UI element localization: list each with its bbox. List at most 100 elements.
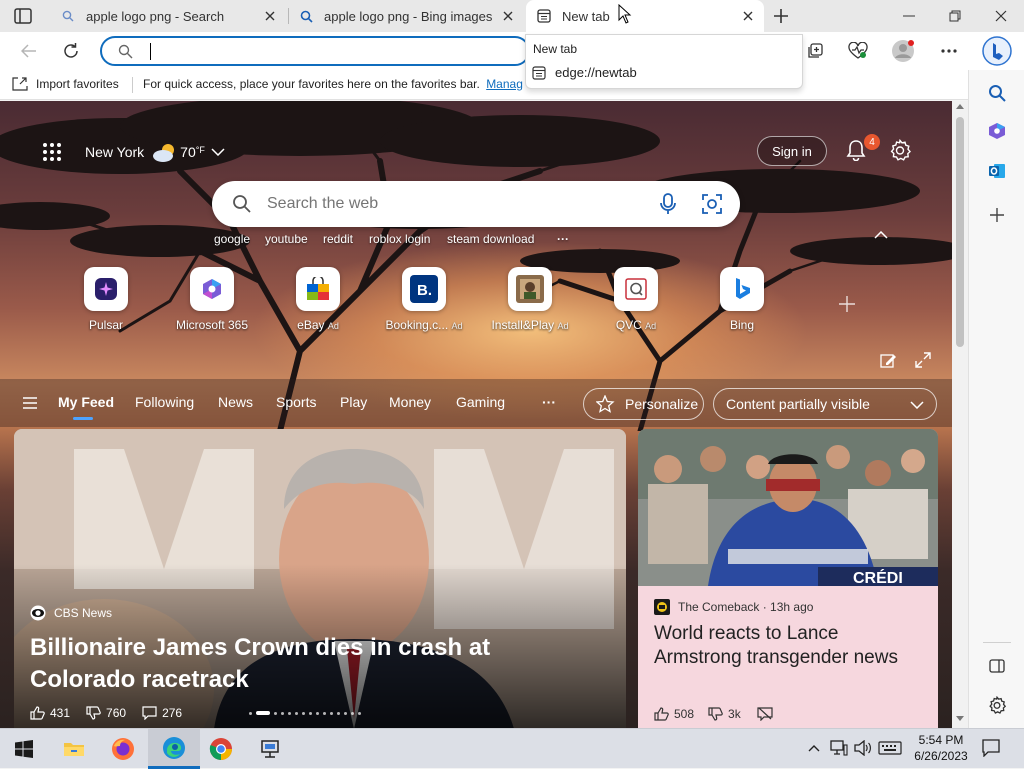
news-source[interactable]: The Comeback · 13h ago <box>654 599 813 615</box>
page-scrollbar[interactable] <box>952 101 968 728</box>
tile-booking[interactable]: B. Booking.c... Ad <box>374 267 474 337</box>
tile-label: Booking.c... Ad <box>385 318 463 332</box>
personalize-button[interactable]: Personalize <box>583 388 704 420</box>
thumbs-down-icon[interactable] <box>708 707 723 721</box>
scroll-down-arrow-icon[interactable] <box>956 716 964 721</box>
news-card-side[interactable]: CRÉDI The Comeback · 13h ago World react… <box>638 429 938 728</box>
volume-icon[interactable] <box>854 740 872 756</box>
feed-tabs-more[interactable]: ··· <box>542 394 556 410</box>
add-shortcut-plus-icon[interactable] <box>838 295 856 313</box>
feed-tab-play[interactable]: Play <box>340 394 367 410</box>
thumbs-down-icon[interactable] <box>86 706 101 720</box>
news-headline[interactable]: Billionaire James Crown dies in crash at… <box>30 632 590 696</box>
apps-launcher-icon[interactable] <box>42 142 62 162</box>
sidebar-settings-gear-icon[interactable] <box>988 696 1006 714</box>
collections-button[interactable] <box>800 36 830 66</box>
close-tab-icon[interactable] <box>740 8 756 24</box>
comment-icon[interactable] <box>142 706 157 720</box>
sidebar-outlook-icon[interactable] <box>988 162 1006 180</box>
browser-essentials-button[interactable] <box>843 36 873 66</box>
web-search-input[interactable] <box>267 193 627 215</box>
microphone-icon[interactable] <box>660 193 676 215</box>
sidebar-layout-icon[interactable] <box>989 658 1005 674</box>
quick-link[interactable]: reddit <box>323 232 353 246</box>
tile-qvc[interactable]: QVC Ad <box>586 267 686 337</box>
show-hidden-icons-chevron-up-icon[interactable] <box>808 744 820 752</box>
collapse-chevron-up-icon[interactable] <box>874 231 888 239</box>
refresh-button[interactable] <box>56 36 86 66</box>
action-center-notification-icon[interactable] <box>982 739 1000 757</box>
carousel-dots[interactable] <box>249 711 361 715</box>
minimize-button[interactable] <box>886 0 932 32</box>
sidebar-add-plus-icon[interactable] <box>990 208 1004 222</box>
network-icon[interactable] <box>830 740 848 756</box>
profile-avatar[interactable] <box>888 36 918 66</box>
fullscreen-expand-icon[interactable] <box>915 352 931 368</box>
comments-off-icon[interactable] <box>757 707 773 721</box>
visual-search-icon[interactable] <box>702 194 722 214</box>
restore-button[interactable] <box>932 0 978 32</box>
feed-tab-sports[interactable]: Sports <box>276 394 316 410</box>
quick-links-more[interactable]: ··· <box>557 232 569 246</box>
firefox-icon[interactable] <box>99 729 147 769</box>
feed-tab-my-feed[interactable]: My Feed <box>58 394 114 410</box>
close-tab-icon[interactable] <box>500 8 516 24</box>
notifications-bell-icon[interactable] <box>846 139 866 161</box>
edit-background-icon[interactable] <box>880 352 896 368</box>
thumbs-up-icon[interactable] <box>654 707 669 721</box>
quick-link[interactable]: youtube <box>265 232 308 246</box>
new-tab-plus-icon[interactable] <box>772 7 790 25</box>
news-headline[interactable]: World reacts to Lance Armstrong transgen… <box>654 622 929 670</box>
hamburger-menu-icon[interactable] <box>23 397 37 409</box>
feed-tab-news[interactable]: News <box>218 394 253 410</box>
sidebar-microsoft-365-icon[interactable] <box>988 122 1006 140</box>
web-search-box[interactable] <box>212 181 740 227</box>
import-favorites-button[interactable]: Import favorites <box>12 77 119 91</box>
close-window-button[interactable] <box>978 0 1024 32</box>
settings-more-button[interactable] <box>934 36 964 66</box>
system-clock[interactable]: 5:54 PM 6/26/2023 <box>910 732 972 764</box>
edge-taskbar-icon[interactable] <box>148 729 200 769</box>
remote-desktop-icon[interactable] <box>246 729 294 769</box>
chrome-icon[interactable] <box>197 729 245 769</box>
quick-link[interactable]: roblox login <box>369 232 430 246</box>
new-tab-page: New York 70 °F Sign in 4 google youtube … <box>0 101 952 728</box>
tile-ebay[interactable]: eBay Ad <box>268 267 368 337</box>
thumbs-up-icon[interactable] <box>30 706 45 720</box>
weather-unit: °F <box>195 144 205 155</box>
close-tab-icon[interactable] <box>262 8 278 24</box>
tile-microsoft-365[interactable]: Microsoft 365 <box>162 267 262 337</box>
feed-tab-following[interactable]: Following <box>135 394 194 410</box>
tile-bing[interactable]: Bing <box>692 267 792 337</box>
feed-tab-gaming[interactable]: Gaming <box>456 394 505 410</box>
page-settings-gear-icon[interactable] <box>889 139 911 161</box>
chevron-down-icon[interactable] <box>211 148 225 156</box>
feed-tab-money[interactable]: Money <box>389 394 431 410</box>
scrollbar-thumb[interactable] <box>956 117 964 347</box>
notification-count: 4 <box>869 136 875 148</box>
tab-new-tab[interactable]: New tab <box>526 0 764 32</box>
tab-actions-icon[interactable] <box>14 8 32 24</box>
tab-search[interactable]: apple logo png - Search <box>50 0 286 32</box>
news-source[interactable]: CBS News <box>30 605 112 621</box>
content-visibility-dropdown[interactable]: Content partially visible <box>713 388 937 420</box>
manage-favorites-link[interactable]: Manag <box>486 77 523 91</box>
start-button[interactable] <box>0 729 48 769</box>
tab-bing-images[interactable]: apple logo png - Bing images <box>290 0 524 32</box>
keyboard-icon[interactable] <box>878 741 902 755</box>
sidebar-search-icon[interactable] <box>988 84 1006 102</box>
weather-widget[interactable]: New York 70 °F <box>85 142 225 162</box>
sign-in-button[interactable]: Sign in <box>757 136 827 166</box>
scroll-up-arrow-icon[interactable] <box>956 104 964 109</box>
news-card-main[interactable]: CBS News Billionaire James Crown dies in… <box>14 429 626 728</box>
tile-install-play[interactable]: Install&Play Ad <box>480 267 580 337</box>
file-explorer-icon[interactable] <box>50 729 98 769</box>
quick-link[interactable]: google <box>214 232 250 246</box>
back-button[interactable] <box>14 36 44 66</box>
address-bar[interactable] <box>100 36 530 66</box>
tile-pulsar[interactable]: Pulsar <box>56 267 156 337</box>
quick-link[interactable]: steam download <box>447 232 534 246</box>
address-input[interactable] <box>146 42 516 60</box>
suggestion-item[interactable]: edge://newtab <box>532 65 637 80</box>
bing-copilot-button[interactable] <box>980 34 1014 68</box>
